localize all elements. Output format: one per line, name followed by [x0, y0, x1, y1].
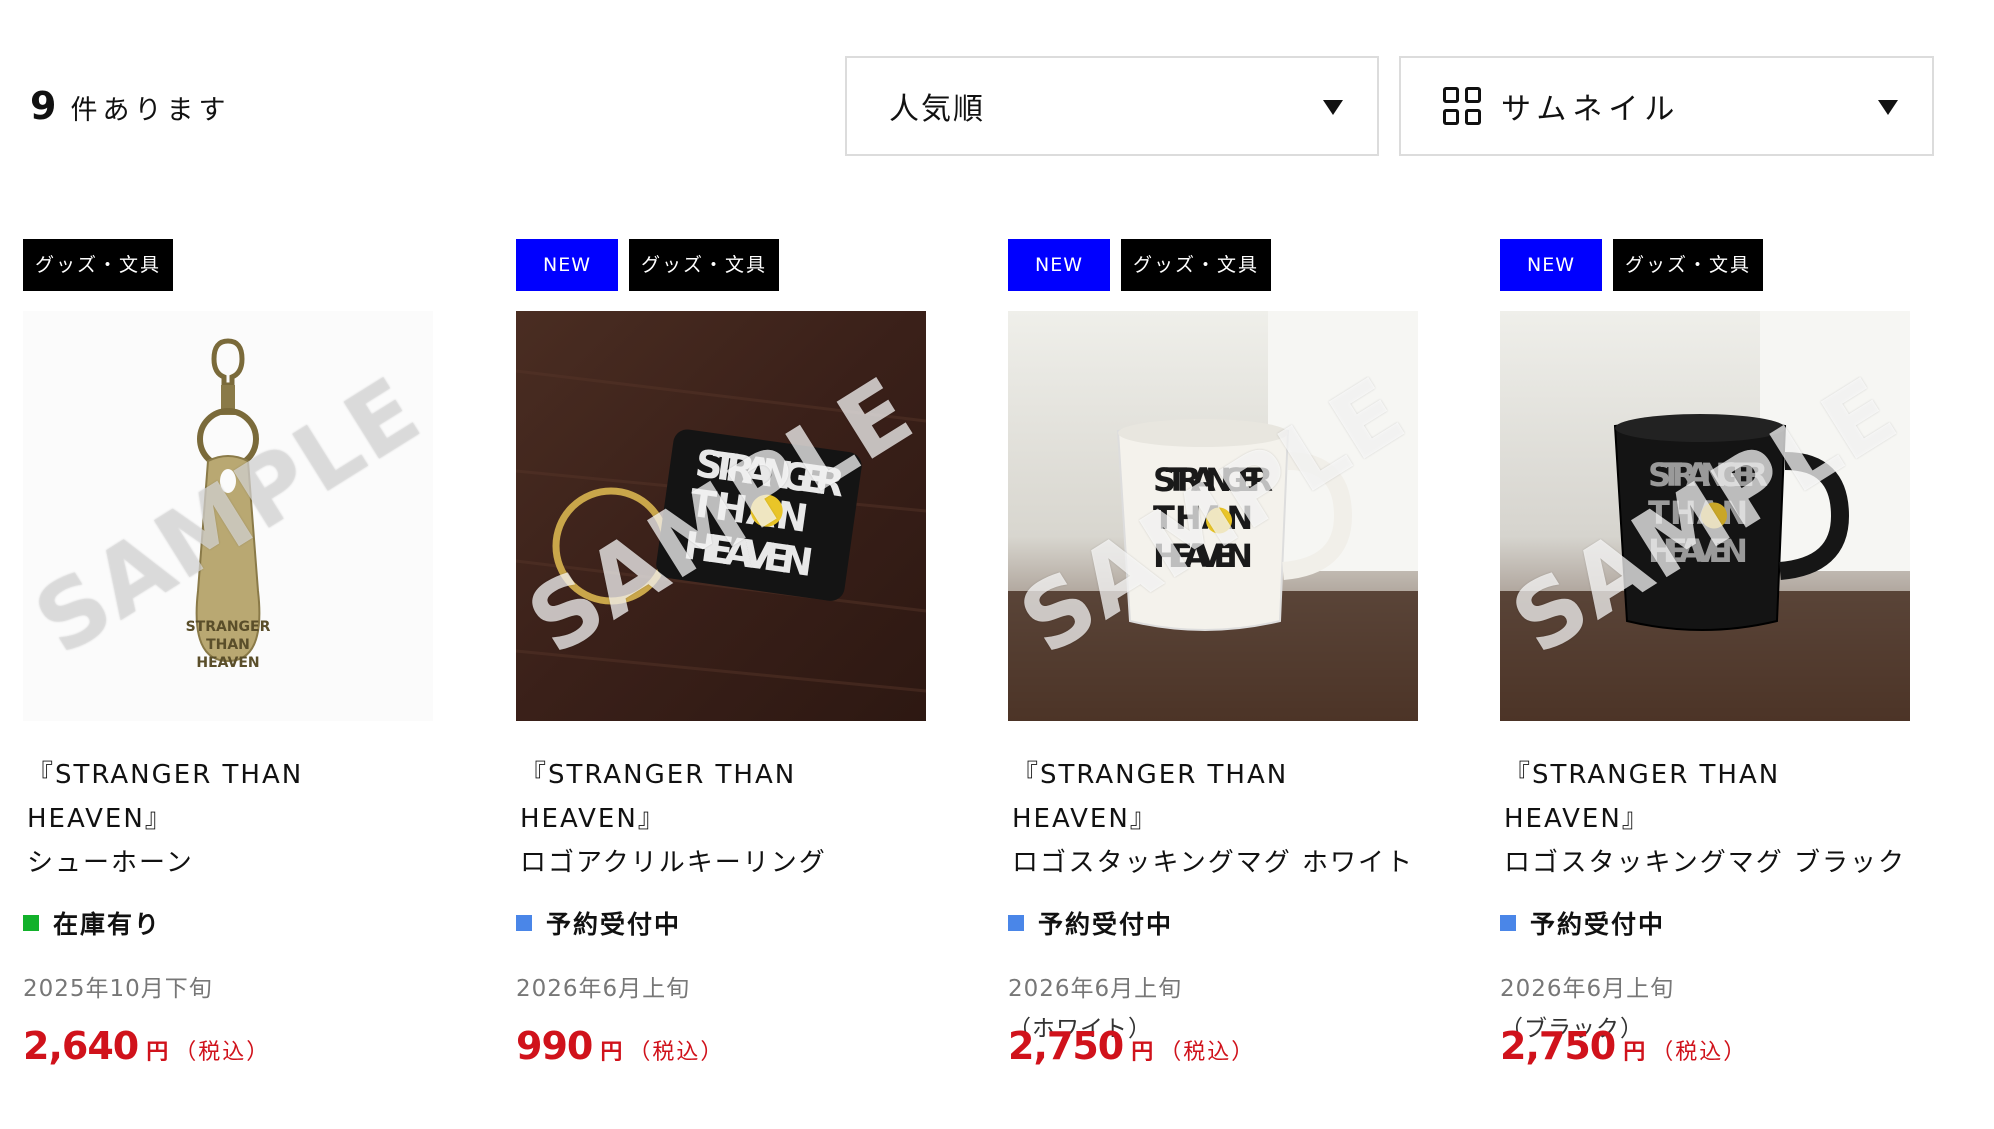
- product-card[interactable]: グッズ・文具 STRANGER THAN HEAVEN SAMPLE 『STRA…: [23, 239, 433, 1068]
- product-name-line: ロゴスタッキングマグ ブラック: [1504, 848, 1907, 878]
- result-count-label: 件あります: [70, 95, 231, 126]
- product-name-line: ロゴスタッキングマグ ホワイト: [1012, 848, 1415, 878]
- tag-list: NEW グッズ・文具: [1500, 239, 1910, 291]
- new-badge: NEW: [516, 239, 618, 291]
- status-text: 予約受付中: [1038, 910, 1174, 939]
- product-image[interactable]: STRANGER THAN HEAVEN SAMPLE: [516, 311, 926, 721]
- price: 2,640 円 （税込）: [23, 1024, 270, 1068]
- product-name-line: 『STRANGER THAN HEAVEN』: [520, 760, 797, 834]
- status-text: 予約受付中: [546, 910, 682, 939]
- logo-text: THAN: [206, 637, 250, 653]
- status-text: 予約受付中: [1530, 910, 1666, 939]
- product-name-line: ロゴアクリルキーリング: [520, 848, 827, 878]
- tag-list: NEW グッズ・文具: [1008, 239, 1418, 291]
- product-name-line: 『STRANGER THAN HEAVEN』: [1012, 760, 1289, 834]
- price: 2,750 円 （税込）: [1008, 1024, 1255, 1068]
- tag-list: NEW グッズ・文具: [516, 239, 926, 291]
- logo-text: HEAVEN: [196, 655, 259, 671]
- price-amount: 2,750: [1008, 1024, 1124, 1068]
- result-count-number: 9: [30, 84, 57, 128]
- grid-icon: [1443, 87, 1481, 125]
- price-tax-note: （税込）: [1159, 1040, 1256, 1065]
- status-indicator: [23, 915, 39, 931]
- stock-status: 予約受付中: [516, 905, 926, 941]
- product-name[interactable]: 『STRANGER THAN HEAVEN』 シューホーン: [23, 753, 433, 885]
- product-name-line: シューホーン: [27, 848, 194, 878]
- view-mode-value: サムネイル: [1501, 92, 1681, 127]
- price-currency: 円: [600, 1040, 623, 1065]
- price-currency: 円: [1623, 1040, 1646, 1065]
- product-image[interactable]: STRANGER THAN HEAVEN SAMPLE: [1008, 311, 1418, 721]
- release-date-text: 2026年6月上旬: [1008, 976, 1183, 1002]
- price-amount: 2,640: [23, 1024, 139, 1068]
- product-name[interactable]: 『STRANGER THAN HEAVEN』 ロゴアクリルキーリング: [516, 753, 926, 885]
- release-date: 2026年6月上旬: [516, 969, 926, 1009]
- status-indicator: [1500, 915, 1516, 931]
- category-tag[interactable]: グッズ・文具: [1613, 239, 1764, 291]
- stock-status: 在庫有り: [23, 905, 433, 941]
- product-name[interactable]: 『STRANGER THAN HEAVEN』 ロゴスタッキングマグ ブラック: [1500, 753, 1910, 885]
- product-card[interactable]: NEW グッズ・文具 STRANGER THAN HEAVEN SAMPLE 『…: [1500, 239, 1910, 1068]
- chevron-down-icon: [1878, 100, 1898, 115]
- new-badge: NEW: [1500, 239, 1602, 291]
- release-date-text: 2026年6月上旬: [516, 976, 691, 1002]
- product-name-line: 『STRANGER THAN HEAVEN』: [27, 760, 304, 834]
- new-badge: NEW: [1008, 239, 1110, 291]
- price-tax-note: （税込）: [174, 1040, 271, 1065]
- product-image[interactable]: STRANGER THAN HEAVEN SAMPLE: [23, 311, 433, 721]
- product-card[interactable]: NEW グッズ・文具 STRANGER THAN HEAVEN SAMPLE 『…: [1008, 239, 1418, 1068]
- price: 990 円 （税込）: [516, 1024, 724, 1068]
- status-indicator: [516, 915, 532, 931]
- price-amount: 2,750: [1500, 1024, 1616, 1068]
- sort-select-value: 人気順: [889, 92, 985, 127]
- product-card[interactable]: NEW グッズ・文具 STRANGER THAN HEAVEN SAMPLE 『…: [516, 239, 926, 1068]
- result-count: 9 件あります: [30, 84, 230, 128]
- product-image[interactable]: STRANGER THAN HEAVEN SAMPLE: [1500, 311, 1910, 721]
- category-tag[interactable]: グッズ・文具: [629, 239, 780, 291]
- status-text: 在庫有り: [53, 910, 162, 939]
- release-date-text: 2025年10月下旬: [23, 976, 213, 1002]
- release-date: 2025年10月下旬: [23, 969, 433, 1009]
- price-currency: 円: [146, 1040, 169, 1065]
- release-date-text: 2026年6月上旬: [1500, 976, 1675, 1002]
- view-mode-select[interactable]: サムネイル: [1399, 56, 1934, 156]
- product-name[interactable]: 『STRANGER THAN HEAVEN』 ロゴスタッキングマグ ホワイト: [1008, 753, 1418, 885]
- price-tax-note: （税込）: [1651, 1040, 1748, 1065]
- status-indicator: [1008, 915, 1024, 931]
- sort-select[interactable]: 人気順: [845, 56, 1379, 156]
- stock-status: 予約受付中: [1500, 905, 1910, 941]
- category-tag[interactable]: グッズ・文具: [23, 239, 174, 291]
- tag-list: グッズ・文具: [23, 239, 433, 291]
- price-currency: 円: [1131, 1040, 1154, 1065]
- logo-text: STRANGER: [186, 619, 271, 635]
- product-name-line: 『STRANGER THAN HEAVEN』: [1504, 760, 1781, 834]
- price-amount: 990: [516, 1024, 593, 1068]
- category-tag[interactable]: グッズ・文具: [1121, 239, 1272, 291]
- price-tax-note: （税込）: [628, 1040, 725, 1065]
- price: 2,750 円 （税込）: [1500, 1024, 1747, 1068]
- stock-status: 予約受付中: [1008, 905, 1418, 941]
- chevron-down-icon: [1323, 100, 1343, 115]
